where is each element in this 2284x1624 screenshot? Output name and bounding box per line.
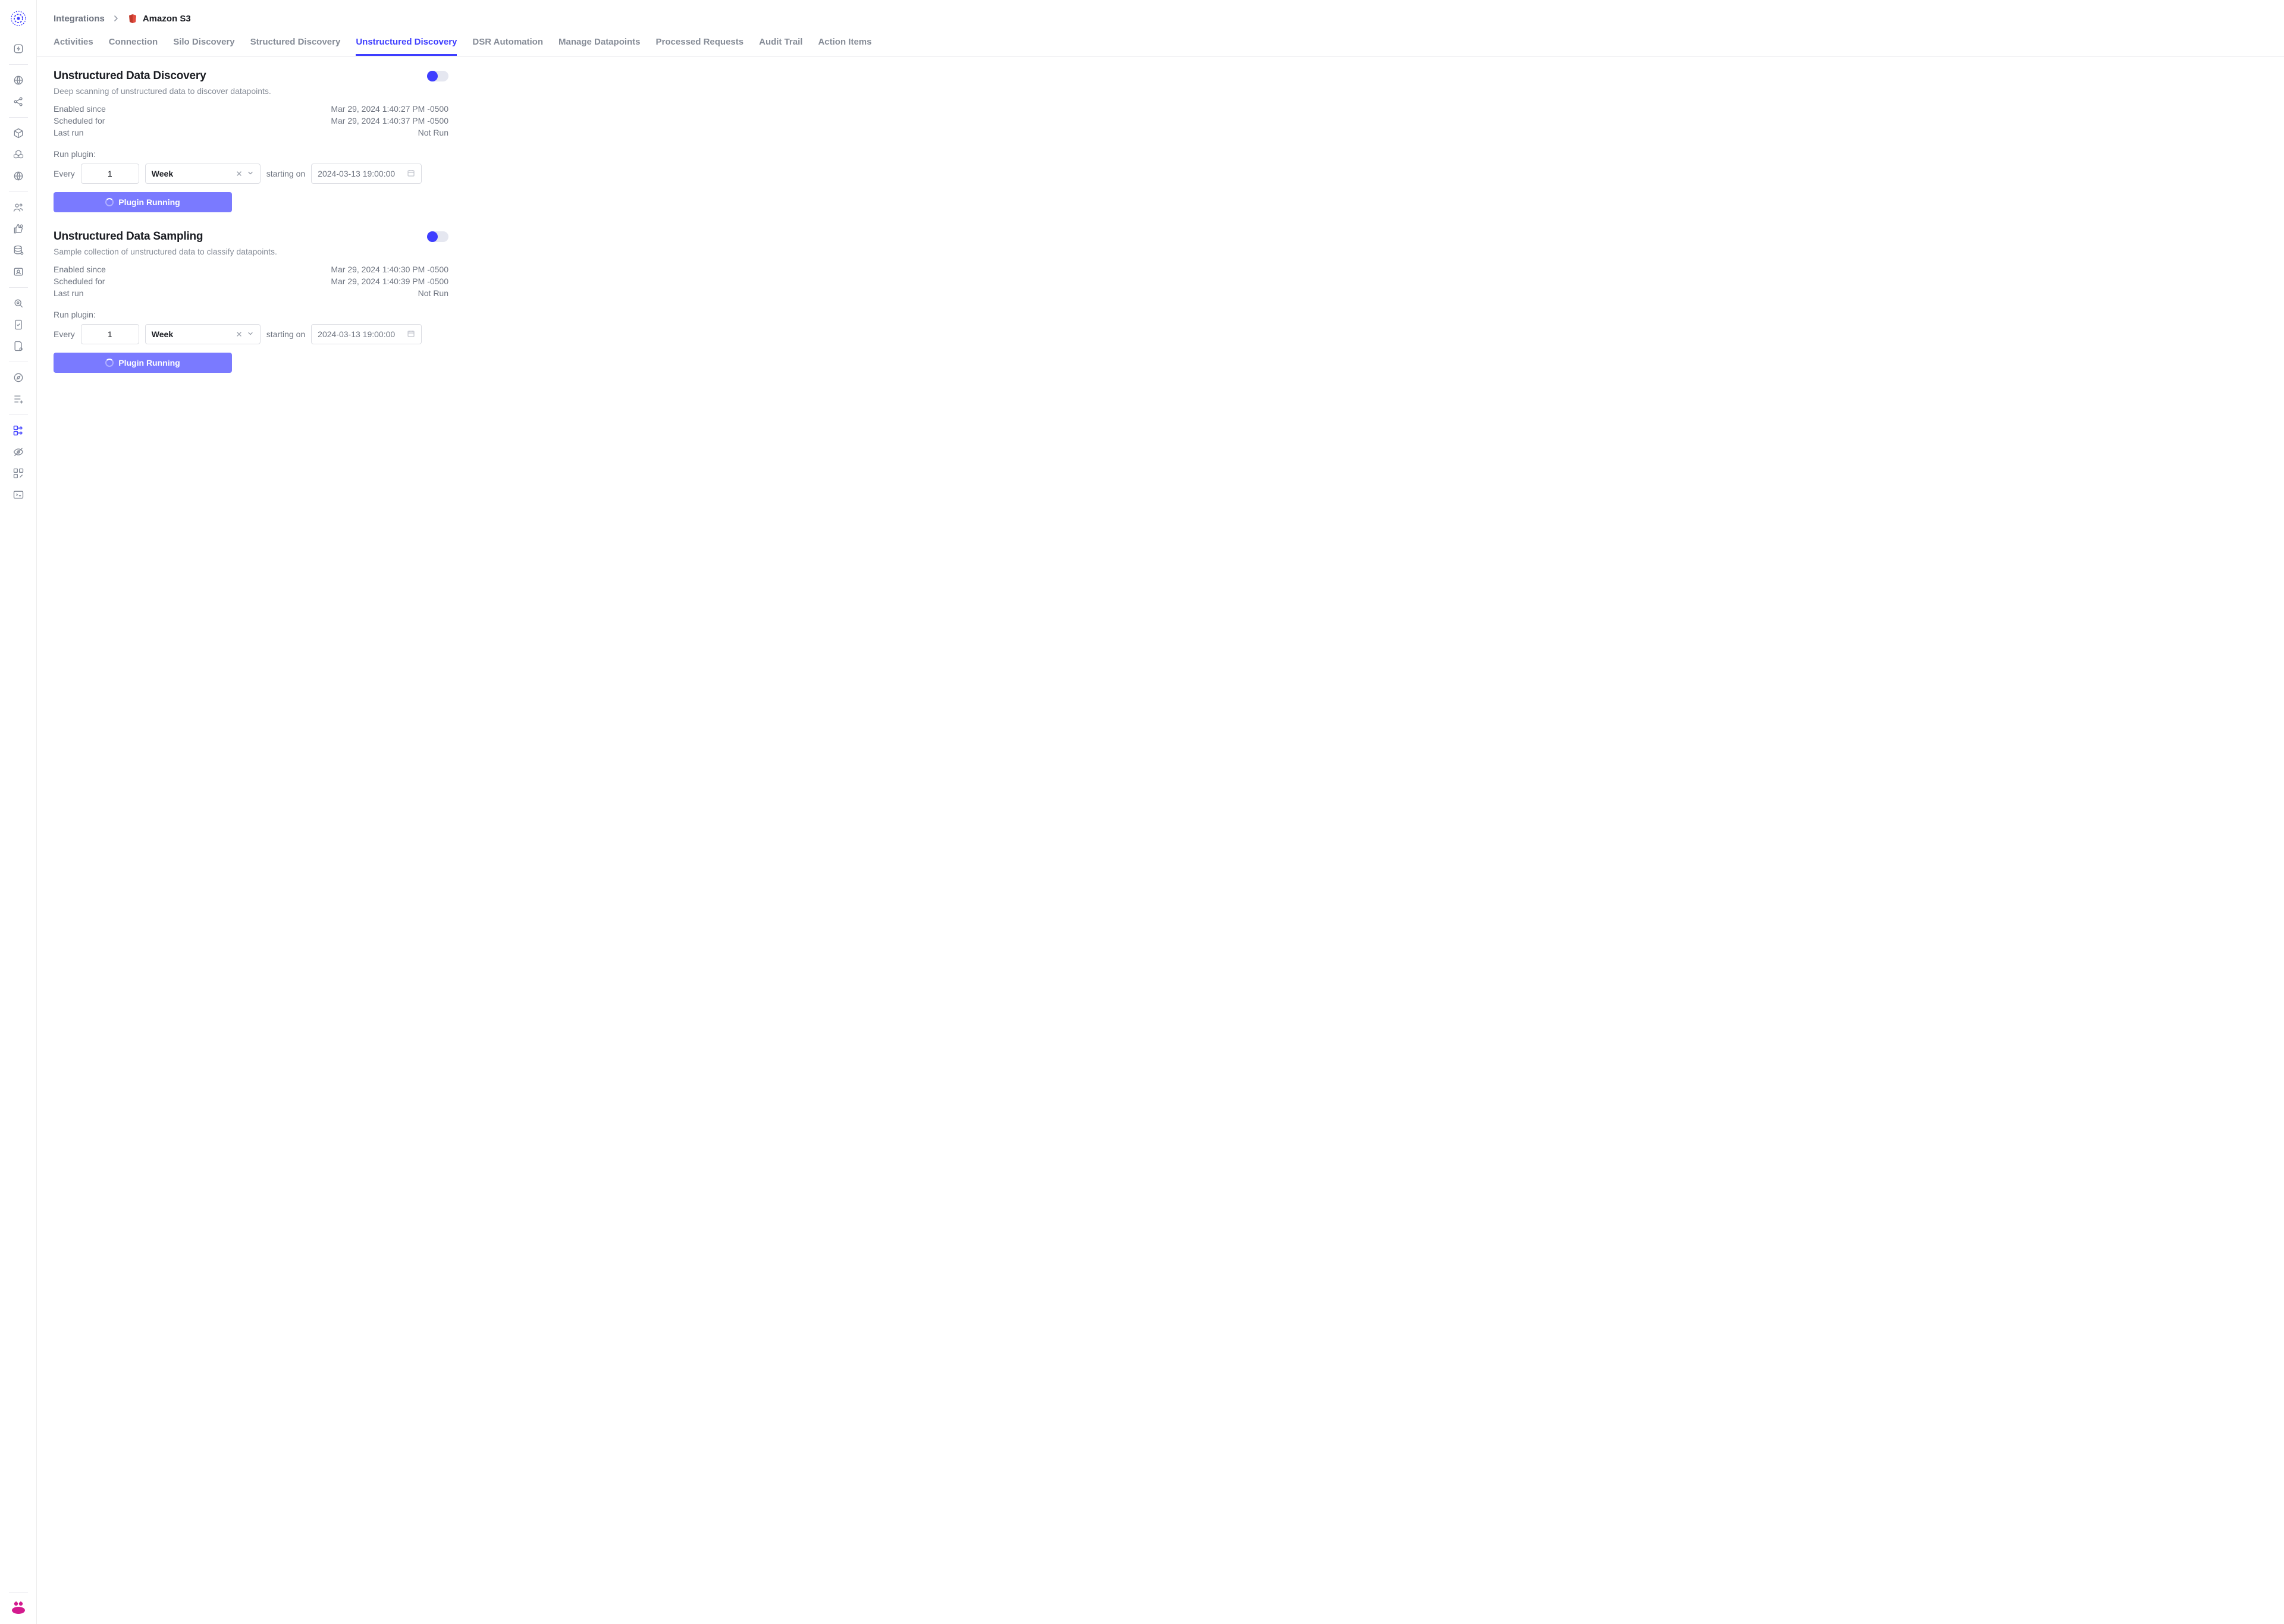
run-plugin-label: Run plugin: [54, 310, 448, 319]
plugin-running-button[interactable]: Plugin Running [54, 192, 232, 212]
sidebar-icon-id[interactable] [7, 261, 30, 282]
breadcrumb: Integrations Amazon S3 [37, 0, 2284, 31]
breadcrumb-root[interactable]: Integrations [54, 14, 105, 24]
tab-structured-discovery[interactable]: Structured Discovery [250, 31, 341, 56]
sidebar-icon-users[interactable] [7, 197, 30, 218]
section-sampling: Unstructured Data Sampling Sample collec… [54, 230, 448, 373]
sidebar-icon-terminal[interactable] [7, 484, 30, 505]
sidebar [0, 0, 37, 1624]
sidebar-icon-compass[interactable] [7, 367, 30, 388]
every-label: Every [54, 169, 75, 178]
run-plugin-block: Run plugin: Every Week starting on 2024-… [54, 310, 448, 373]
sidebar-icon-phone-check[interactable] [7, 314, 30, 335]
clear-icon[interactable] [236, 169, 242, 178]
breadcrumb-current: Amazon S3 [127, 13, 191, 24]
starting-on-label: starting on [266, 169, 305, 178]
every-label: Every [54, 329, 75, 339]
spinner-icon [105, 359, 114, 367]
section-desc: Sample collection of unstructured data t… [54, 247, 448, 256]
sidebar-icon-globe2[interactable] [7, 165, 30, 187]
sidebar-icon-grid-edit[interactable] [7, 463, 30, 484]
section-desc: Deep scanning of unstructured data to di… [54, 86, 448, 96]
every-input[interactable] [81, 324, 139, 344]
sidebar-icon-search-doc[interactable] [7, 293, 30, 314]
sidebar-icon-db[interactable] [7, 240, 30, 261]
plugin-running-button[interactable]: Plugin Running [54, 353, 232, 373]
mascot-icon[interactable] [9, 1598, 28, 1617]
run-plugin-label: Run plugin: [54, 149, 448, 159]
meta-label: Scheduled for [54, 116, 105, 125]
tab-dsr-automation[interactable]: DSR Automation [472, 31, 543, 56]
tab-processed-requests[interactable]: Processed Requests [656, 31, 744, 56]
meta-label: Last run [54, 128, 84, 137]
unit-select[interactable]: Week [145, 164, 261, 184]
start-date-input[interactable]: 2024-03-13 19:00:00 [311, 164, 422, 184]
chevron-down-icon [247, 329, 254, 339]
meta-label: Scheduled for [54, 277, 105, 286]
main: Integrations Amazon S3 Activities Connec… [37, 0, 2284, 1624]
tab-audit-trail[interactable]: Audit Trail [759, 31, 802, 56]
tab-manage-datapoints[interactable]: Manage Datapoints [559, 31, 641, 56]
spinner-icon [105, 198, 114, 206]
meta-label: Enabled since [54, 265, 106, 274]
meta-label: Enabled since [54, 104, 106, 114]
calendar-icon [407, 329, 415, 340]
meta-block: Enabled since Mar 29, 2024 1:40:30 PM -0… [54, 263, 448, 299]
meta-value: Mar 29, 2024 1:40:37 PM -0500 [331, 116, 448, 125]
amazon-s3-icon [127, 13, 138, 24]
tab-unstructured-discovery[interactable]: Unstructured Discovery [356, 31, 457, 56]
tab-activities[interactable]: Activities [54, 31, 93, 56]
tab-connection[interactable]: Connection [109, 31, 158, 56]
meta-label: Last run [54, 288, 84, 298]
sidebar-icon-cubes[interactable] [7, 144, 30, 165]
toggle-sampling[interactable] [427, 231, 448, 242]
sidebar-icon-zap[interactable] [7, 38, 30, 59]
toggle-discovery[interactable] [427, 71, 448, 81]
starting-on-label: starting on [266, 329, 305, 339]
sidebar-icon-integrations[interactable] [7, 420, 30, 441]
sidebar-icon-list-plus[interactable] [7, 388, 30, 410]
meta-value: Mar 29, 2024 1:40:30 PM -0500 [331, 265, 448, 274]
start-date-input[interactable]: 2024-03-13 19:00:00 [311, 324, 422, 344]
chevron-right-icon [113, 14, 119, 24]
tab-silo-discovery[interactable]: Silo Discovery [173, 31, 234, 56]
meta-value: Not Run [418, 128, 448, 137]
meta-block: Enabled since Mar 29, 2024 1:40:27 PM -0… [54, 103, 448, 139]
run-plugin-block: Run plugin: Every Week starting on 2024-… [54, 149, 448, 212]
meta-value: Mar 29, 2024 1:40:39 PM -0500 [331, 277, 448, 286]
tabs: Activities Connection Silo Discovery Str… [37, 31, 2284, 56]
sidebar-icon-cube[interactable] [7, 122, 30, 144]
sidebar-icon-globe[interactable] [7, 70, 30, 91]
section-title: Unstructured Data Discovery [54, 70, 206, 83]
tab-action-items[interactable]: Action Items [818, 31, 871, 56]
section-title: Unstructured Data Sampling [54, 230, 203, 243]
unit-select[interactable]: Week [145, 324, 261, 344]
meta-value: Not Run [418, 288, 448, 298]
sidebar-icon-share[interactable] [7, 91, 30, 112]
sidebar-icon-doc-gear[interactable] [7, 335, 30, 357]
sidebar-icon-eye-off[interactable] [7, 441, 30, 463]
logo-icon[interactable] [10, 10, 27, 27]
meta-value: Mar 29, 2024 1:40:27 PM -0500 [331, 104, 448, 114]
every-input[interactable] [81, 164, 139, 184]
chevron-down-icon [247, 169, 254, 178]
sidebar-icon-thumb[interactable] [7, 218, 30, 240]
clear-icon[interactable] [236, 329, 242, 339]
calendar-icon [407, 169, 415, 179]
section-discovery: Unstructured Data Discovery Deep scannin… [54, 70, 448, 212]
content: Unstructured Data Discovery Deep scannin… [37, 56, 465, 404]
